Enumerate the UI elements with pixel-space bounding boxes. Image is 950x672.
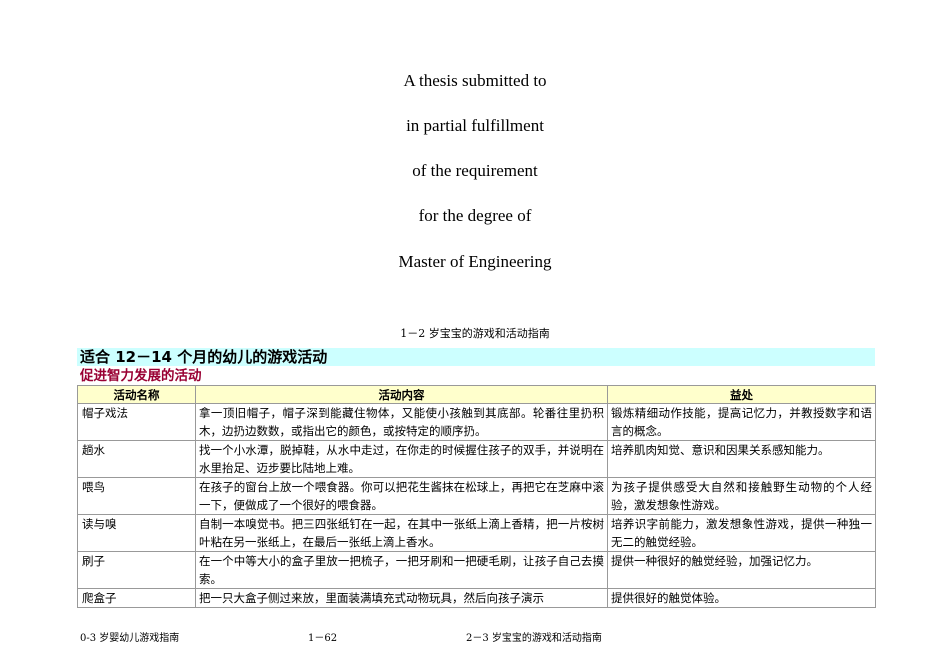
- activity-content: 在一个中等大小的盒子里放一把梳子，一把牙刷和一把硬毛刷，让孩子自己去摸索。: [195, 551, 608, 589]
- activity-name: 喂鸟: [77, 477, 196, 515]
- column-header-benefit: 益处: [607, 385, 876, 404]
- activity-content: 在孩子的窗台上放一个喂食器。你可以把花生酱抹在松球上，再把它在芝麻中滚一下，便做…: [195, 477, 608, 515]
- activity-benefit: 为孩子提供感受大自然和接触野生动物的个人经验，激发想象性游戏。: [607, 477, 876, 515]
- column-header-name: 活动名称: [77, 385, 196, 404]
- thesis-line: Master of Engineering: [398, 252, 552, 271]
- thesis-line: A thesis submitted to: [403, 71, 547, 90]
- section-title: 适合 12－14 个月的幼儿的游戏活动: [80, 348, 328, 366]
- activity-benefit: 培养肌肉知觉、意识和因果关系感知能力。: [607, 440, 876, 478]
- footer-page-number: 1－62: [308, 633, 338, 644]
- table-header-row: 活动名称 活动内容 益处: [77, 385, 876, 404]
- table-row: 爬盒子 把一只大盒子侧过来放，里面装满填充式动物玩具，然后向孩子演示 提供很好的…: [77, 588, 876, 608]
- activity-table: 活动名称 活动内容 益处 帽子戏法 拿一顶旧帽子，帽子深到能藏住物体，又能使小孩…: [77, 385, 876, 608]
- activity-benefit: 锻炼精细动作技能，提高记忆力，并教授数字和语言的概念。: [607, 403, 876, 441]
- thesis-line: for the degree of: [418, 206, 532, 225]
- activity-name: 读与嗅: [77, 514, 196, 552]
- table-row: 趟水 找一个小水潭，脱掉鞋，从水中走过，在你走的时候握住孩子的双手，并说明在水里…: [77, 440, 876, 478]
- section-subtitle: 促进智力发展的活动: [80, 368, 202, 384]
- activity-name: 帽子戏法: [77, 403, 196, 441]
- footer-left: 0-3 岁婴幼儿游戏指南: [80, 633, 180, 644]
- activity-name: 刷子: [77, 551, 196, 589]
- footer-right: 2－3 岁宝宝的游戏和活动指南: [466, 633, 602, 644]
- activity-content: 自制一本嗅觉书。把三四张纸钉在一起，在其中一张纸上滴上香精，把一片桉树叶粘在另一…: [195, 514, 608, 552]
- activity-benefit: 培养识字前能力，激发想象性游戏，提供一种独一无二的触觉经验。: [607, 514, 876, 552]
- activity-content: 把一只大盒子侧过来放，里面装满填充式动物玩具，然后向孩子演示: [195, 588, 608, 608]
- table-row: 读与嗅 自制一本嗅觉书。把三四张纸钉在一起，在其中一张纸上滴上香精，把一片桉树叶…: [77, 514, 876, 552]
- activity-content: 找一个小水潭，脱掉鞋，从水中走过，在你走的时候握住孩子的双手，并说明在水里抬足、…: [195, 440, 608, 478]
- activity-name: 趟水: [77, 440, 196, 478]
- column-header-content: 活动内容: [195, 385, 608, 404]
- section-caption: 1－2 岁宝宝的游戏和活动指南: [400, 327, 550, 340]
- table-row: 喂鸟 在孩子的窗台上放一个喂食器。你可以把花生酱抹在松球上，再把它在芝麻中滚一下…: [77, 477, 876, 515]
- activity-content: 拿一顶旧帽子，帽子深到能藏住物体，又能使小孩触到其底部。轮番往里扔积木，边扔边数…: [195, 403, 608, 441]
- table-row: 帽子戏法 拿一顶旧帽子，帽子深到能藏住物体，又能使小孩触到其底部。轮番往里扔积木…: [77, 403, 876, 441]
- thesis-line: in partial fulfillment: [406, 116, 544, 135]
- activity-benefit: 提供一种很好的触觉经验，加强记忆力。: [607, 551, 876, 589]
- thesis-line: of the requirement: [412, 161, 538, 180]
- activity-name: 爬盒子: [77, 588, 196, 608]
- table-row: 刷子 在一个中等大小的盒子里放一把梳子，一把牙刷和一把硬毛刷，让孩子自己去摸索。…: [77, 551, 876, 589]
- activity-benefit: 提供很好的触觉体验。: [607, 588, 876, 608]
